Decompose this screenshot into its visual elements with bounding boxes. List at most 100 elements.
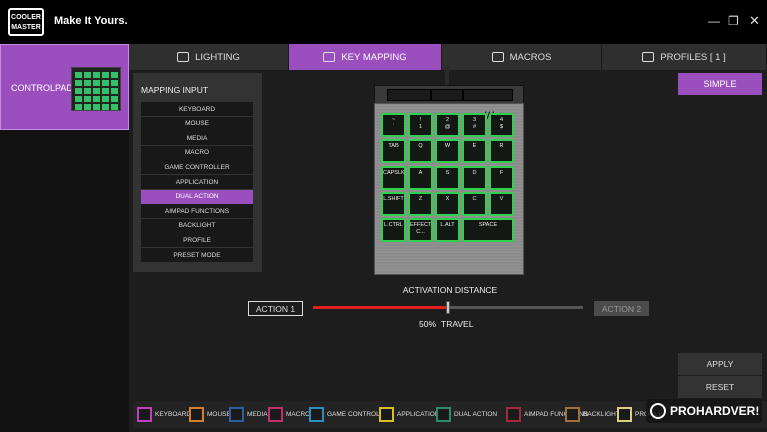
keypad-key[interactable]: ! 1	[408, 113, 433, 137]
tab-lighting[interactable]: LIGHTING	[129, 44, 289, 70]
key-label-top: ~	[391, 117, 396, 123]
mapping-input-item[interactable]: APPLICATION	[141, 175, 253, 189]
action-2-button[interactable]: ACTION 2	[594, 301, 649, 316]
key-label-top: W	[444, 143, 451, 149]
key-label-top: R	[499, 143, 504, 149]
mapping-input-item[interactable]: MACRO	[141, 145, 253, 160]
keypad-key[interactable]: X	[435, 192, 460, 216]
key-label-bottom: #	[472, 124, 477, 130]
travel-label: TRAVEL	[441, 319, 474, 329]
tab-label: MACROS	[509, 51, 552, 63]
keypad-key[interactable]: W	[435, 139, 460, 163]
keypad-key[interactable]: 3 #	[462, 113, 487, 137]
keypad-key[interactable]: E	[462, 139, 487, 163]
legend-label: MOUSE	[207, 410, 231, 418]
macro-icon	[491, 52, 504, 62]
keypad-key[interactable]: L.ALT	[435, 218, 460, 242]
profiles-icon	[642, 52, 655, 62]
legend-swatch	[229, 406, 244, 422]
keypad-key[interactable]: 2 @	[435, 113, 460, 137]
keypad-key[interactable]: R	[489, 139, 514, 163]
keypad-key[interactable]: D	[462, 166, 487, 190]
tab-key-mapping[interactable]: KEY MAPPING	[289, 44, 442, 70]
legend-label: BACKLIGHT	[583, 410, 620, 418]
key-label-top: S	[445, 170, 450, 176]
legend-item: APPLICATION	[379, 406, 440, 422]
keypad-key[interactable]: C	[462, 192, 487, 216]
keypad-key[interactable]: V	[489, 192, 514, 216]
keypad-key[interactable]: ~ `	[381, 113, 406, 137]
watermark-icon	[650, 403, 666, 419]
legend-item: DUAL ACTION	[436, 406, 497, 422]
mapping-input-item[interactable]: PROFILE	[141, 233, 253, 248]
device-cable	[445, 67, 449, 87]
mapping-input-item[interactable]: MEDIA	[141, 131, 253, 146]
tagline: Make It Yours.	[54, 15, 128, 27]
maximize-icon[interactable]: ❐	[728, 14, 739, 28]
key-label-bottom: $	[499, 124, 504, 130]
mapping-input-panel: MAPPING INPUT KEYBOARD MOUSE MEDIA MACRO GAM…	[133, 73, 262, 272]
keypad-key[interactable]: SPACE	[462, 218, 514, 242]
mapping-input-item[interactable]: DUAL ACTION	[141, 189, 253, 204]
key-label-top: 4	[499, 117, 504, 123]
legend-label: DUAL ACTION	[454, 410, 498, 418]
tab-macros[interactable]: MACROS	[442, 44, 602, 70]
keypad-key[interactable]: CAPSLK	[381, 166, 406, 190]
key-label-top: CAPSLK	[383, 170, 405, 176]
keypad-key[interactable]: Z	[408, 192, 433, 216]
reset-button[interactable]: RESET	[678, 376, 762, 398]
legend-swatch	[617, 406, 632, 422]
minimize-icon[interactable]: —	[708, 14, 720, 28]
key-label-bottom: `	[392, 124, 395, 130]
tab-label: PROFILES [ 1 ]	[660, 51, 726, 63]
legend-item: MOUSE	[189, 406, 231, 422]
activation-slider[interactable]	[313, 301, 583, 314]
mapping-input-item[interactable]: MOUSE	[141, 116, 253, 131]
keypad-key[interactable]: EFFECT C...	[408, 218, 433, 242]
keypad-key[interactable]: F	[489, 166, 514, 190]
legend-label: KEYBOARD	[155, 410, 192, 418]
tab-label: LIGHTING	[195, 51, 240, 63]
keypad-key[interactable]: L.SHIFT	[381, 192, 406, 216]
activation-distance-label: ACTIVATION DISTANCE	[402, 285, 498, 295]
key-label-bottom: @	[444, 124, 451, 130]
apply-button[interactable]: APPLY	[678, 353, 762, 375]
keypad-key[interactable]: TAB	[381, 139, 406, 163]
mapping-input-item[interactable]: AIMPAD FUNCTIONS	[141, 204, 253, 219]
legend-item: MACRO	[268, 406, 310, 422]
key-label-top: C	[472, 196, 477, 202]
keypad-key[interactable]: L.CTRL	[381, 218, 406, 242]
mapping-input-item[interactable]: PRESET MODE	[141, 248, 253, 262]
keypad-key[interactable]: A	[408, 166, 433, 190]
slider-thumb[interactable]	[446, 301, 450, 314]
mapping-input-item[interactable]: KEYBOARD	[141, 102, 253, 116]
bulb-icon	[177, 52, 190, 62]
device-card[interactable]: CONTROLPAD_G	[0, 44, 129, 130]
key-label-bottom: 1	[418, 124, 423, 130]
action-1-button[interactable]: ACTION 1	[248, 301, 303, 316]
key-label-top: D	[472, 170, 477, 176]
tab-label: KEY MAPPING	[341, 51, 407, 63]
key-label-top: Z	[418, 196, 423, 202]
tab-profiles[interactable]: PROFILES [ 1 ]	[602, 44, 767, 70]
key-label-bottom: C...	[416, 229, 425, 235]
key-label-top: L.ALT	[440, 222, 455, 228]
legend-label: MACRO	[286, 410, 311, 418]
legend-swatch	[379, 406, 394, 422]
watermark: PROHARDVER!	[646, 399, 762, 423]
mapping-input-item[interactable]: GAME CONTROLLER	[141, 160, 253, 175]
key-label-top: TAB	[388, 143, 399, 149]
keypad-key[interactable]: Q	[408, 139, 433, 163]
key-label-top: 3	[472, 117, 477, 123]
keyboard-icon	[323, 52, 336, 62]
keypad-key[interactable]: 4 $	[489, 113, 514, 137]
close-icon[interactable]: ✕	[749, 14, 760, 28]
brand-logo-text: COOLER MASTER	[11, 14, 41, 31]
legend-swatch	[565, 406, 580, 422]
slider-fill	[313, 306, 448, 309]
key-label-top: EFFECT	[410, 222, 432, 228]
keypad-key[interactable]: S	[435, 166, 460, 190]
device-panel: CONTROLPAD_G	[0, 44, 129, 432]
mapping-input-item[interactable]: BACKLIGHT	[141, 218, 253, 233]
simple-mode-button[interactable]: SIMPLE	[678, 73, 762, 95]
